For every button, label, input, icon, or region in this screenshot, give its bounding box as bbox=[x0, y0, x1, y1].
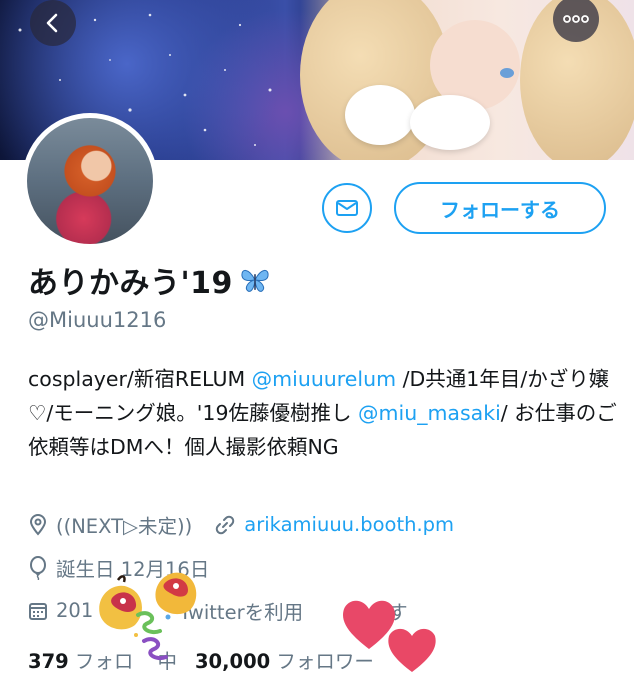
bio-mention-link[interactable]: @miu_masaki bbox=[358, 401, 501, 425]
profile-location: ((NEXT▷未定)) bbox=[56, 515, 193, 538]
profile-avatar[interactable] bbox=[22, 113, 158, 249]
sticker-sparkle-swirl bbox=[134, 611, 171, 660]
following-label: フォロ bbox=[74, 650, 134, 673]
banner-bow-right bbox=[410, 95, 490, 150]
profile-joined-start: 201 bbox=[56, 599, 94, 622]
profile-bio: cosplayer/新宿RELUM @miuuurelum /D共通1年目/かざ… bbox=[28, 362, 618, 464]
link-icon bbox=[216, 515, 235, 534]
banner-bow-left bbox=[345, 85, 415, 145]
bio-mention-link[interactable]: @miuuurelum bbox=[252, 367, 396, 391]
bio-text: cosplayer/新宿RELUM bbox=[28, 367, 252, 391]
location-pin-icon bbox=[29, 513, 47, 536]
butterfly-emoji bbox=[241, 270, 269, 292]
follow-button[interactable]: フォローする bbox=[394, 182, 606, 234]
profile-meta-location-row: ((NEXT▷未定)) arikamiuuu.booth.pm bbox=[28, 510, 454, 539]
profile-display-name: ありかみう'19 bbox=[28, 258, 271, 302]
chevron-left-icon bbox=[46, 13, 58, 33]
back-button[interactable] bbox=[30, 0, 76, 46]
more-horizontal-icon bbox=[563, 15, 589, 23]
banner-eye bbox=[500, 68, 514, 78]
following-count: 379 bbox=[28, 650, 69, 673]
display-name-text: ありかみう'19 bbox=[28, 266, 233, 301]
profile-follow-stats: 379 フォロ中 30,000 フォロワー bbox=[28, 645, 374, 674]
sticker-heart-small bbox=[388, 628, 436, 672]
calendar-icon bbox=[29, 602, 47, 620]
followers-count: 30,000 bbox=[194, 650, 271, 673]
balloon-icon bbox=[30, 555, 46, 580]
profile-handle: @Miuuu1216 bbox=[28, 308, 167, 332]
followers-label: フォロワー bbox=[276, 650, 374, 673]
direct-message-button[interactable] bbox=[322, 183, 372, 233]
mail-icon bbox=[336, 200, 358, 216]
profile-website-link[interactable]: arikamiuuu.booth.pm bbox=[244, 513, 454, 536]
